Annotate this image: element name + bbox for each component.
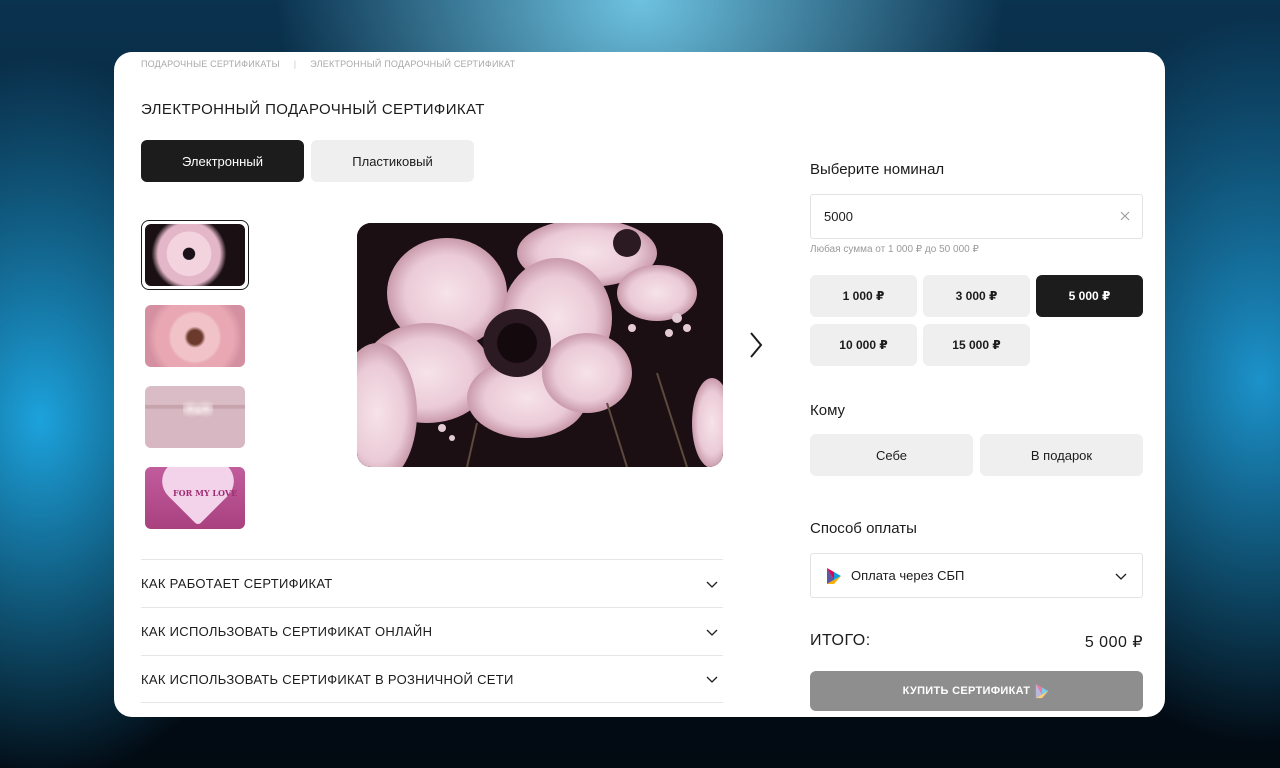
thumbnail-anemone[interactable] <box>141 220 249 290</box>
sbp-logo-icon <box>827 567 841 584</box>
certificate-type-tabs: Электронный Пластиковый <box>141 140 474 182</box>
recipient-gift-button[interactable]: В подарок <box>980 434 1143 476</box>
clear-icon[interactable] <box>1118 209 1132 223</box>
total-value: 5 000 ₽ <box>1084 634 1143 651</box>
accordion-use-online[interactable]: КАК ИСПОЛЬЗОВАТЬ СЕРТИФИКАТ ОНЛАЙН <box>141 607 723 655</box>
total-label: ИТОГО: <box>810 632 871 649</box>
chevron-down-icon <box>706 629 718 636</box>
nominal-option-10000[interactable]: 10 000 ₽ <box>810 324 917 366</box>
heart-image: FOR MY LOVE <box>145 467 245 529</box>
accordion-use-retail[interactable]: КАК ИСПОЛЬЗОВАТЬ СЕРТИФИКАТ В РОЗНИЧНОЙ … <box>141 655 723 703</box>
design-thumbnails: FOR MY LOVE <box>141 220 249 533</box>
thumbnail-peony[interactable] <box>141 301 249 371</box>
pink-bow-image <box>145 386 245 448</box>
sbp-logo-icon <box>1036 683 1049 699</box>
thumbnail-heart[interactable]: FOR MY LOVE <box>141 463 249 533</box>
payment-method-label: Оплата через СБП <box>851 568 965 583</box>
breadcrumb-separator: | <box>293 59 297 69</box>
thumbnail-bow[interactable] <box>141 382 249 452</box>
nominal-title: Выберите номинал <box>810 161 945 178</box>
peony-flower-image <box>145 305 245 367</box>
nominal-option-3000[interactable]: 3 000 ₽ <box>923 275 1030 317</box>
accordion-label: КАК ИСПОЛЬЗОВАТЬ СЕРТИФИКАТ В РОЗНИЧНОЙ … <box>141 671 514 687</box>
heart-image-text: FOR MY LOVE <box>173 488 238 498</box>
certificate-page-card: ПОДАРОЧНЫЕ СЕРТИФИКАТЫ | ЭЛЕКТРОННЫЙ ПОД… <box>114 52 1165 717</box>
breadcrumb: ПОДАРОЧНЫЕ СЕРТИФИКАТЫ | ЭЛЕКТРОННЫЙ ПОД… <box>141 59 515 69</box>
tab-electronic[interactable]: Электронный <box>141 140 304 182</box>
amount-input-value: 5000 <box>824 209 853 224</box>
recipient-options: Себе В подарок <box>810 434 1143 476</box>
buy-certificate-button[interactable]: КУПИТЬ СЕРТИФИКАТ <box>810 671 1143 711</box>
screen-frame: ПОДАРОЧНЫЕ СЕРТИФИКАТЫ | ЭЛЕКТРОННЫЙ ПОД… <box>0 0 1280 768</box>
buy-button-label: КУПИТЬ СЕРТИФИКАТ <box>902 685 1031 697</box>
breadcrumb-item-gift-certificates[interactable]: ПОДАРОЧНЫЕ СЕРТИФИКАТЫ <box>141 59 280 69</box>
accordion-label: КАК РАБОТАЕТ СЕРТИФИКАТ <box>141 576 333 591</box>
nominal-option-15000[interactable]: 15 000 ₽ <box>923 324 1030 366</box>
next-image-arrow-icon[interactable] <box>746 330 766 360</box>
payment-title: Способ оплаты <box>810 520 917 537</box>
page-title: ЭЛЕКТРОННЫЙ ПОДАРОЧНЫЙ СЕРТИФИКАТ <box>141 101 485 118</box>
certificate-preview-image <box>357 223 723 467</box>
breadcrumb-item-current: ЭЛЕКТРОННЫЙ ПОДАРОЧНЫЙ СЕРТИФИКАТ <box>310 59 516 69</box>
chevron-down-icon <box>1115 573 1127 580</box>
recipient-title: Кому <box>810 402 846 419</box>
recipient-self-button[interactable]: Себе <box>810 434 973 476</box>
nominal-options: 1 000 ₽ 3 000 ₽ 5 000 ₽ 10 000 ₽ 15 000 … <box>810 275 1143 366</box>
chevron-down-icon <box>706 581 718 588</box>
nominal-option-5000[interactable]: 5 000 ₽ <box>1036 275 1143 317</box>
anemone-flower-image <box>145 224 245 286</box>
amount-hint: Любая сумма от 1 000 ₽ до 50 000 ₽ <box>810 244 979 255</box>
chevron-down-icon <box>706 676 718 683</box>
amount-input[interactable]: 5000 <box>810 194 1143 239</box>
faq-accordion: КАК РАБОТАЕТ СЕРТИФИКАТ КАК ИСПОЛЬЗОВАТЬ… <box>141 559 723 703</box>
accordion-how-it-works[interactable]: КАК РАБОТАЕТ СЕРТИФИКАТ <box>141 559 723 607</box>
accordion-label: КАК ИСПОЛЬЗОВАТЬ СЕРТИФИКАТ ОНЛАЙН <box>141 624 433 639</box>
nominal-option-1000[interactable]: 1 000 ₽ <box>810 275 917 317</box>
payment-method-select[interactable]: Оплата через СБП <box>810 553 1143 598</box>
tab-plastic[interactable]: Пластиковый <box>311 140 474 182</box>
